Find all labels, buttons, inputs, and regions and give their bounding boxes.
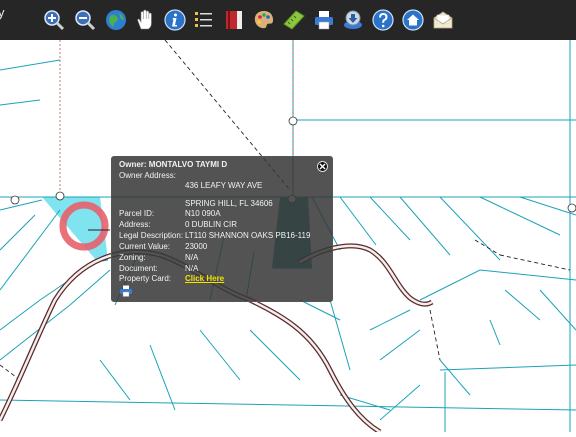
pan-hand-icon <box>137 9 152 30</box>
close-icon <box>319 163 326 170</box>
owner-name: Owner: MONTALVO TAYMI D <box>119 160 228 169</box>
book-icon <box>226 11 242 29</box>
parcel-info-popup: Owner: MONTALVO TAYMI D Owner Address: 4… <box>111 156 333 302</box>
popup-print-button[interactable] <box>119 285 133 297</box>
identify-button[interactable] <box>163 8 187 32</box>
current-value-value: 23000 <box>185 242 208 251</box>
printer-icon <box>120 285 132 297</box>
download-icon <box>344 10 362 29</box>
pan-button[interactable] <box>134 8 158 32</box>
legal-description-label: Legal Description: <box>119 231 184 240</box>
zoning-label: Zoning: <box>119 253 146 262</box>
owner-address-line1: 436 LEAFY WAY AVE <box>185 181 263 190</box>
document-label: Document: <box>119 264 158 273</box>
list-icon <box>195 12 212 27</box>
zoom-out-icon <box>75 10 96 31</box>
document-value: N/A <box>185 264 199 273</box>
palette-icon <box>254 11 274 29</box>
full-extent-button[interactable] <box>104 8 128 32</box>
zoom-out-button[interactable] <box>73 8 97 32</box>
zoom-in-button[interactable] <box>42 8 66 32</box>
parcel-id-value: N10 090A <box>185 209 221 218</box>
measure-button[interactable] <box>282 8 306 32</box>
legend-button[interactable] <box>192 8 216 32</box>
email-button[interactable] <box>431 8 455 32</box>
zoning-value: N/A <box>185 253 199 262</box>
toolbar: y <box>0 0 576 40</box>
bookmarks-button[interactable] <box>222 8 246 32</box>
property-card-link[interactable]: Click Here <box>185 274 224 283</box>
info-icon <box>164 9 186 31</box>
property-card-label: Property Card: <box>119 274 172 283</box>
help-icon <box>372 9 394 31</box>
download-button[interactable] <box>341 8 365 32</box>
current-value-label: Current Value: <box>119 242 170 251</box>
print-button[interactable] <box>312 8 336 32</box>
app-title-fragment: y <box>0 5 5 20</box>
legal-description-value: LT110 SHANNON OAKS PB16-119 <box>185 231 311 240</box>
address-label: Address: <box>119 220 151 229</box>
home-icon <box>402 9 424 31</box>
address-value: 0 DUBLIN CIR <box>185 220 238 229</box>
printer-icon <box>315 11 333 30</box>
help-button[interactable] <box>371 8 395 32</box>
mail-icon <box>433 11 453 29</box>
globe-icon <box>106 10 126 30</box>
owner-address-line2: SPRING HILL, FL 34606 <box>185 199 273 208</box>
measure-icon <box>283 10 305 30</box>
zoom-in-icon <box>44 10 65 31</box>
layers-style-button[interactable] <box>252 8 276 32</box>
parcel-id-label: Parcel ID: <box>119 209 155 218</box>
owner-address-label: Owner Address: <box>119 171 176 180</box>
close-button[interactable] <box>317 161 328 172</box>
home-button[interactable] <box>401 8 425 32</box>
